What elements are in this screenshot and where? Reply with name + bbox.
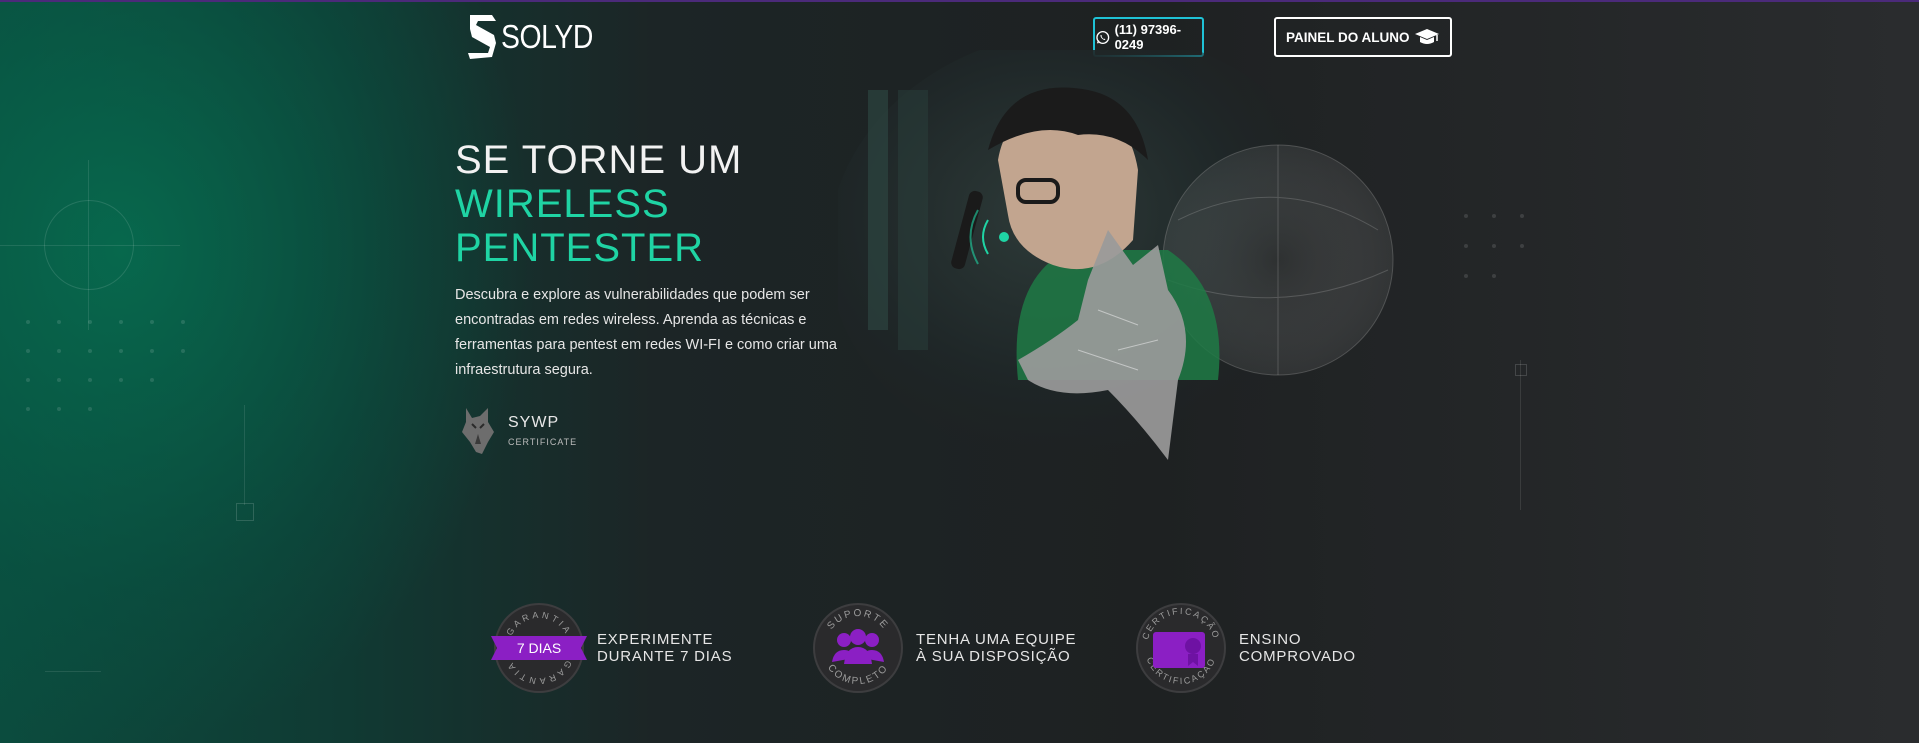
hero-illustration	[838, 50, 1394, 470]
guarantee-badge-icon: GARANTIA GARANTIA 7 DIAS	[491, 603, 587, 693]
feature-certification: CERTIFICAÇÃO CERTIFICAÇÃO ENSINO COMPROV…	[1133, 600, 1356, 696]
hero-title: SE TORNE UM WIRELESS PENTESTER	[455, 138, 742, 270]
hero-title-line-2: WIRELESS	[455, 182, 670, 226]
decorative-square	[236, 503, 254, 521]
decorative-square	[1515, 364, 1527, 376]
panel-label: PAINEL DO ALUNO	[1286, 29, 1410, 45]
solyd-logo[interactable]: SOLYD	[466, 13, 608, 61]
wolf-icon	[462, 408, 494, 454]
logo-text: SOLYD	[501, 18, 593, 55]
certificate-name: SYWP	[508, 413, 560, 431]
hero-title-line-1: SE TORNE UM	[455, 138, 743, 182]
feature-support: SUPORTE COMPLETO TENHA UMA EQUIPE À SUA …	[810, 600, 1076, 696]
certificate-icon	[1153, 632, 1205, 668]
whatsapp-icon	[1096, 30, 1110, 44]
decorative-line	[88, 160, 89, 330]
certificate-badge: SYWP CERTIFICATE	[458, 404, 577, 456]
decorative-line	[244, 405, 245, 505]
decorative-line	[45, 671, 101, 672]
hero-title-line-3: PENTESTER	[455, 226, 705, 270]
feature-line-2: À SUA DISPOSIÇÃO	[916, 648, 1071, 665]
certification-badge-icon: CERTIFICAÇÃO CERTIFICAÇÃO	[1136, 603, 1226, 693]
feature-guarantee: GARANTIA GARANTIA 7 DIAS EXPERIMENTE DUR…	[491, 600, 732, 696]
decorative-line	[0, 245, 180, 246]
feature-line-2: COMPROVADO	[1239, 648, 1356, 665]
hero-description: Descubra e explore as vulnerabilidades q…	[455, 287, 837, 378]
device-led	[999, 232, 1009, 242]
top-accent-line	[0, 0, 1919, 2]
feature-line-1: EXPERIMENTE	[597, 631, 714, 648]
decorative-line	[1520, 360, 1521, 510]
feature-line-1: TENHA UMA EQUIPE	[916, 631, 1077, 648]
feature-line-2: DURANTE 7 DIAS	[597, 648, 733, 665]
support-badge-icon: SUPORTE COMPLETO	[813, 603, 903, 693]
server-rack	[868, 90, 888, 330]
certificate-label: CERTIFICATE	[508, 436, 578, 447]
graduation-cap-icon	[1415, 29, 1439, 44]
server-rack	[898, 90, 928, 350]
phone-number: (11) 97396-0249	[1114, 22, 1182, 52]
logo-s-icon	[468, 15, 496, 59]
badge-center-text: 7 DIAS	[517, 640, 561, 656]
feature-line-1: ENSINO	[1239, 631, 1302, 648]
